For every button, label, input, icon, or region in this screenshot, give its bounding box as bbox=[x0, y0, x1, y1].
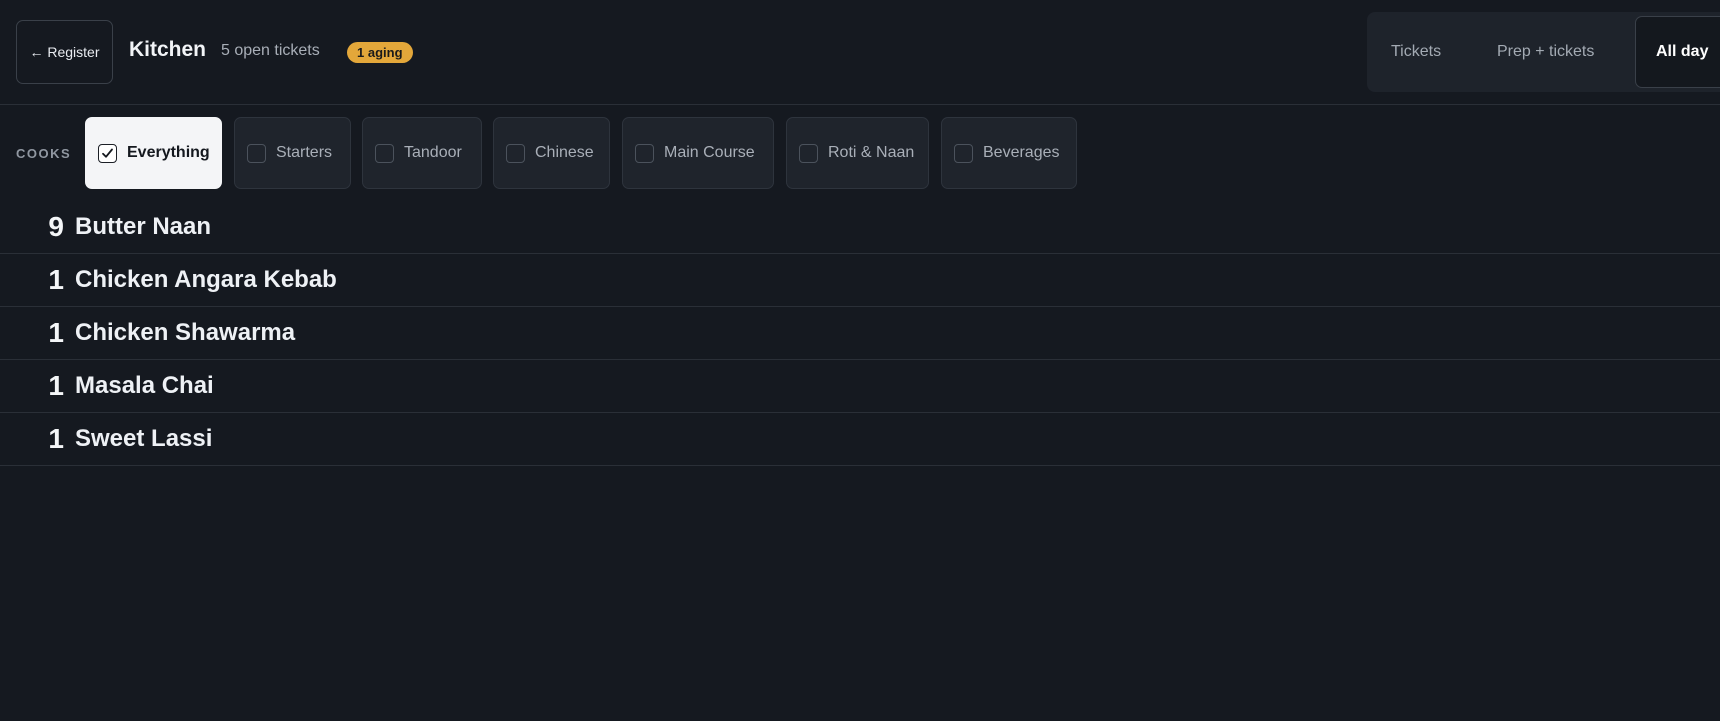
list-item: 9 Butter Naan bbox=[0, 201, 1720, 254]
page-title: Kitchen bbox=[129, 38, 207, 61]
filter-chip-beverages[interactable]: Beverages bbox=[941, 117, 1077, 189]
item-name: Masala Chai bbox=[75, 372, 214, 399]
tab-tickets[interactable]: Tickets bbox=[1367, 17, 1497, 87]
filter-chip-label: Tandoor bbox=[404, 144, 462, 161]
checkbox-icon bbox=[635, 143, 654, 163]
item-quantity: 1 bbox=[48, 423, 64, 454]
list-item: 1 Chicken Shawarma bbox=[0, 307, 1720, 360]
filter-chip-everything[interactable]: Everything bbox=[85, 117, 222, 189]
filter-chip-label: Main Course bbox=[664, 144, 755, 161]
filter-chip-main-course[interactable]: Main Course bbox=[622, 117, 774, 189]
aging-badge: 1 aging bbox=[347, 42, 413, 63]
filter-chip-label: Starters bbox=[276, 144, 333, 161]
filter-chip-chinese[interactable]: Chinese bbox=[493, 117, 610, 189]
item-name: Chicken Angara Kebab bbox=[75, 266, 337, 293]
cooks-filter-label: COOKS bbox=[16, 146, 72, 161]
open-tickets-count: 5 open tickets bbox=[221, 42, 320, 59]
item-quantity: 1 bbox=[48, 370, 64, 401]
item-quantity: 1 bbox=[48, 317, 64, 348]
filter-chip-label: Everything bbox=[127, 144, 210, 161]
item-quantity: 9 bbox=[48, 211, 64, 242]
back-to-register-button[interactable]: ← Register bbox=[16, 20, 113, 84]
filter-chip-tandoor[interactable]: Tandoor bbox=[362, 117, 482, 189]
checkmark-icon bbox=[102, 148, 113, 158]
checkbox-icon bbox=[799, 143, 818, 163]
list-item: 1 Masala Chai bbox=[0, 360, 1720, 413]
filter-chip-label: Beverages bbox=[983, 144, 1060, 161]
checkbox-icon bbox=[375, 143, 394, 163]
checkbox-icon bbox=[247, 143, 266, 163]
tab-all-day[interactable]: All day bbox=[1635, 16, 1720, 88]
checkbox-icon bbox=[954, 143, 973, 163]
filter-chip-label: Chinese bbox=[535, 144, 594, 161]
list-item: 1 Chicken Angara Kebab bbox=[0, 254, 1720, 307]
filter-chip-label: Roti & Naan bbox=[828, 144, 915, 161]
item-name: Chicken Shawarma bbox=[75, 319, 296, 346]
item-quantity: 1 bbox=[48, 264, 64, 295]
filter-chip-roti-naan[interactable]: Roti & Naan bbox=[786, 117, 929, 189]
filter-chip-starters[interactable]: Starters bbox=[234, 117, 351, 189]
all-day-item-list: 9 Butter Naan 1 Chicken Angara Kebab 1 C… bbox=[0, 201, 1720, 466]
list-item: 1 Sweet Lassi bbox=[0, 413, 1720, 466]
item-name: Butter Naan bbox=[75, 213, 212, 240]
view-mode-tabs: Tickets Prep + tickets All day bbox=[1367, 12, 1720, 92]
item-name: Sweet Lassi bbox=[75, 425, 213, 452]
register-button-label: ← Register bbox=[29, 44, 100, 60]
top-bar: ← Register Kitchen 5 open tickets 1 agin… bbox=[0, 0, 1720, 105]
checkbox-checked-icon bbox=[98, 143, 117, 163]
checkbox-icon bbox=[506, 143, 525, 163]
